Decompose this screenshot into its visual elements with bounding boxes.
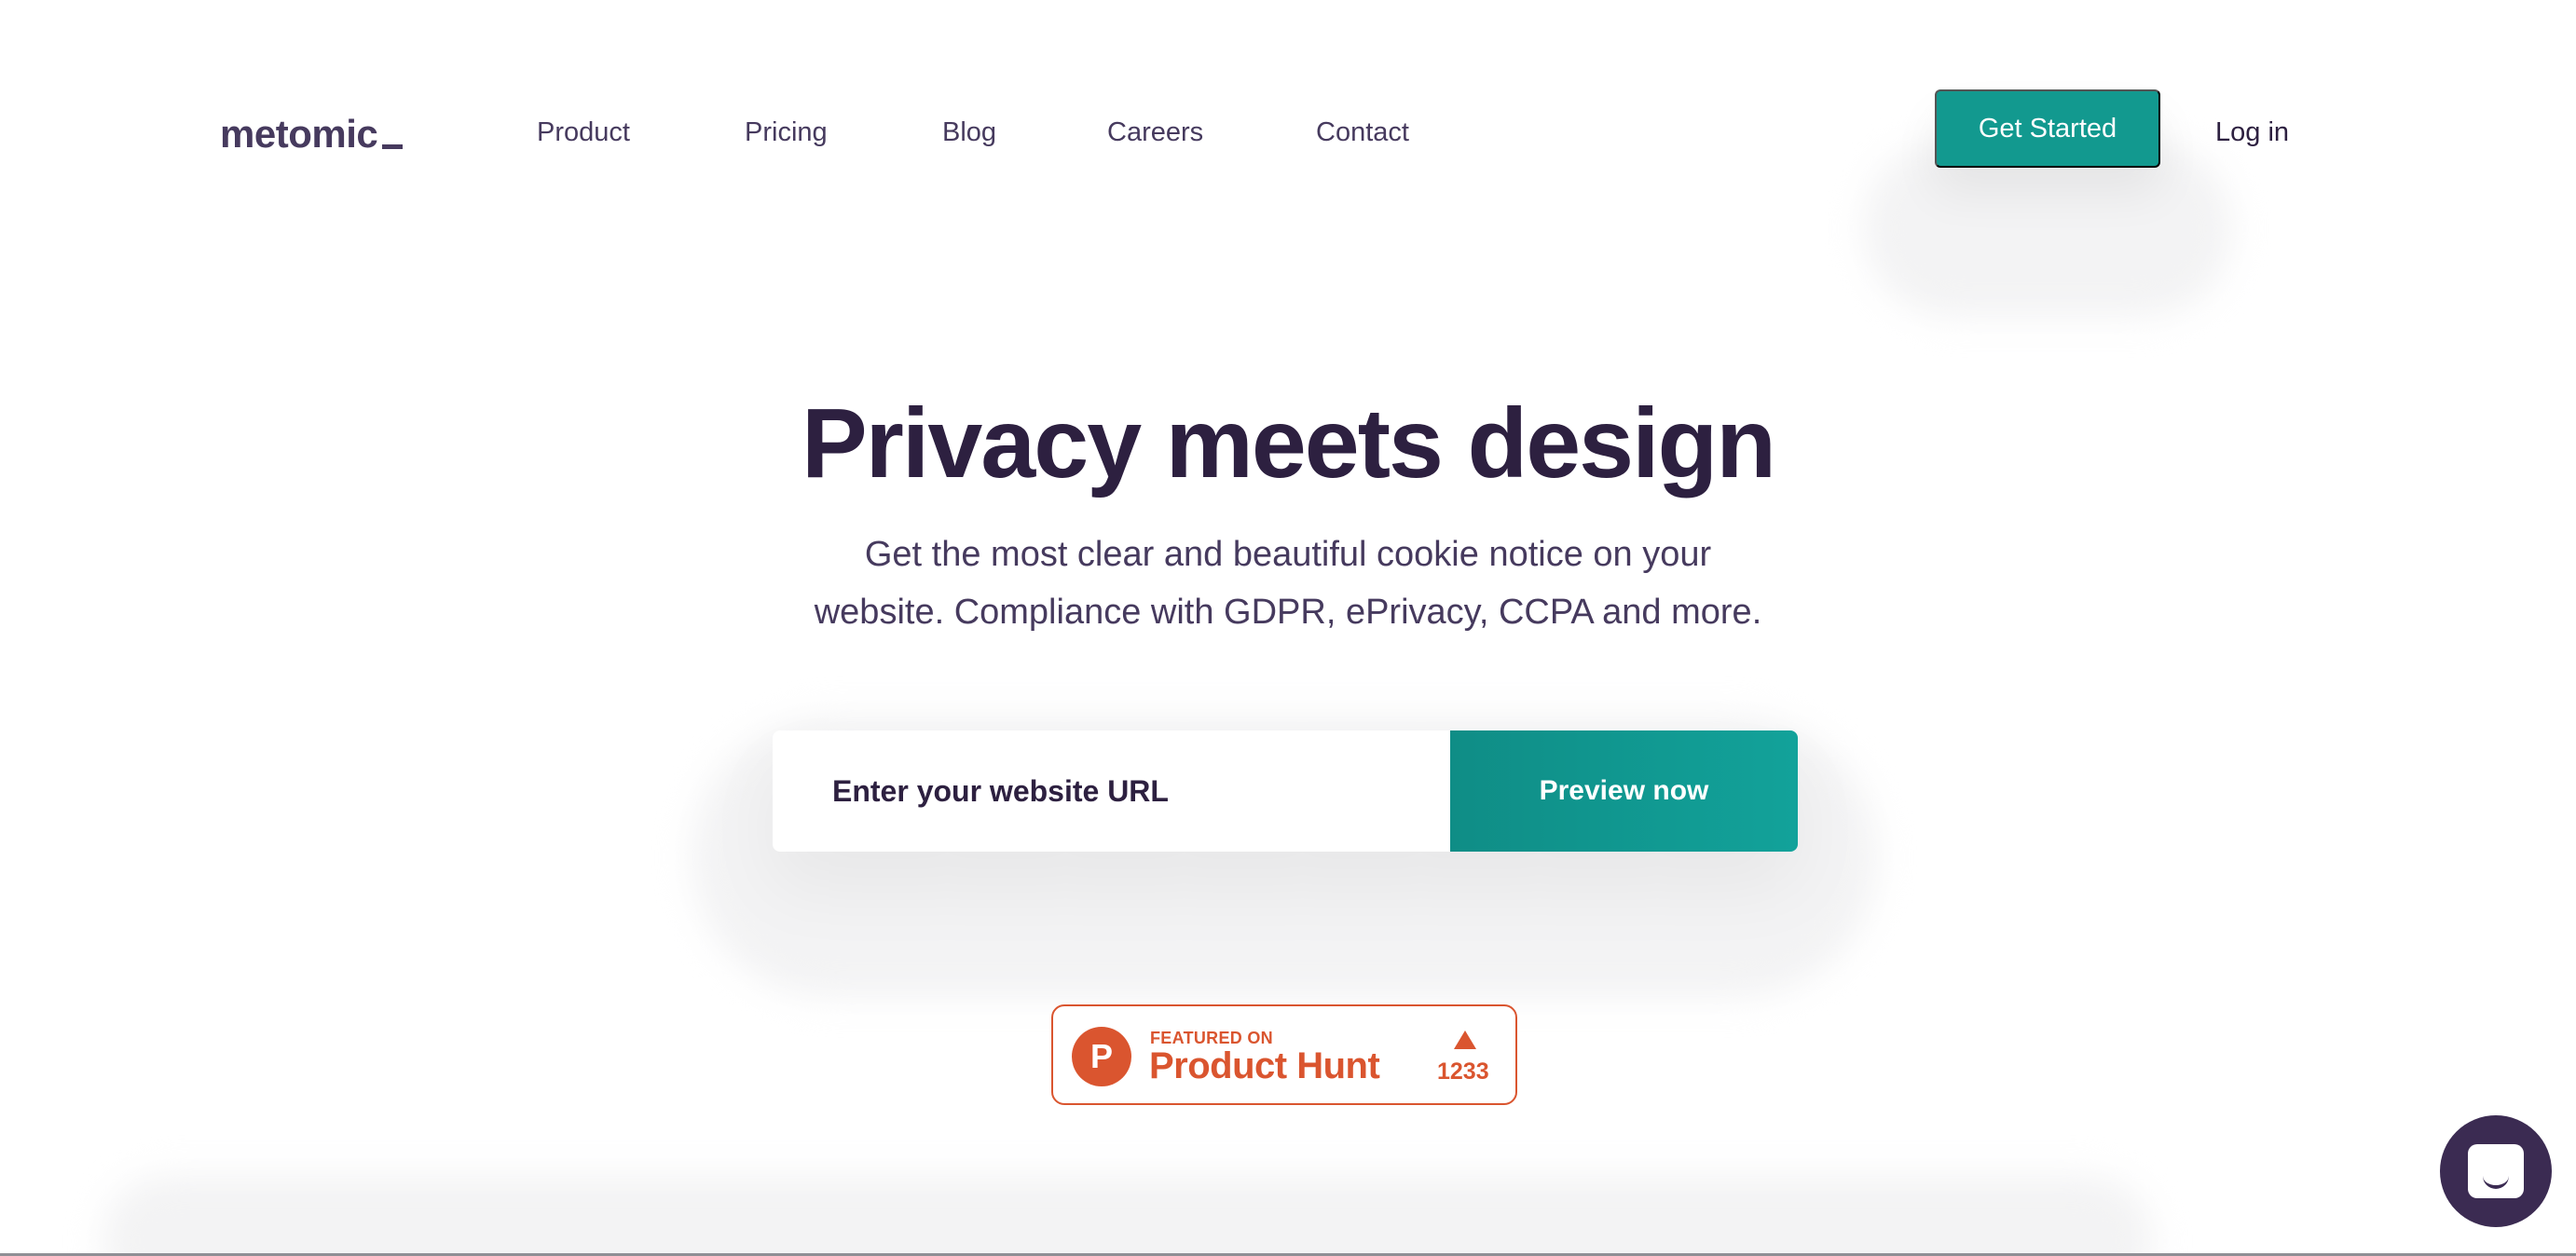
nav-careers[interactable]: Careers <box>1107 114 1203 151</box>
product-hunt-logo-icon: P <box>1072 1027 1131 1086</box>
get-started-button[interactable]: Get Started <box>1935 89 2160 168</box>
upvote-count: 1233 <box>1437 1058 1489 1085</box>
logo-text: metomic <box>220 112 378 156</box>
chat-icon <box>2468 1144 2524 1198</box>
nav-product[interactable]: Product <box>537 114 630 151</box>
hero-subtitle: Get the most clear and beautiful cookie … <box>729 526 1847 641</box>
bottom-card-shadow <box>103 1176 2153 1256</box>
metomic-logo[interactable]: metomic <box>220 110 404 158</box>
product-hunt-name: Product Hunt <box>1149 1045 1380 1086</box>
website-url-input[interactable] <box>773 730 1450 852</box>
upvote-arrow-icon <box>1454 1031 1476 1049</box>
nav-blog[interactable]: Blog <box>942 114 996 151</box>
chat-launcher-button[interactable] <box>2440 1115 2552 1227</box>
preview-now-button[interactable]: Preview now <box>1450 730 1798 852</box>
hero-title: Privacy meets design <box>801 389 1776 498</box>
preview-form: Preview now <box>773 730 1798 852</box>
logo-cursor-mark <box>382 144 404 149</box>
product-hunt-badge[interactable]: P FEATURED ON Product Hunt 1233 <box>1051 1004 1517 1105</box>
hero-subtitle-line1: Get the most clear and beautiful cookie … <box>864 535 1712 574</box>
nav-pricing[interactable]: Pricing <box>745 114 828 151</box>
login-link[interactable]: Log in <box>2215 114 2289 151</box>
nav-contact[interactable]: Contact <box>1316 114 1409 151</box>
hero-subtitle-line2: website. Compliance with GDPR, ePrivacy,… <box>814 593 1762 632</box>
